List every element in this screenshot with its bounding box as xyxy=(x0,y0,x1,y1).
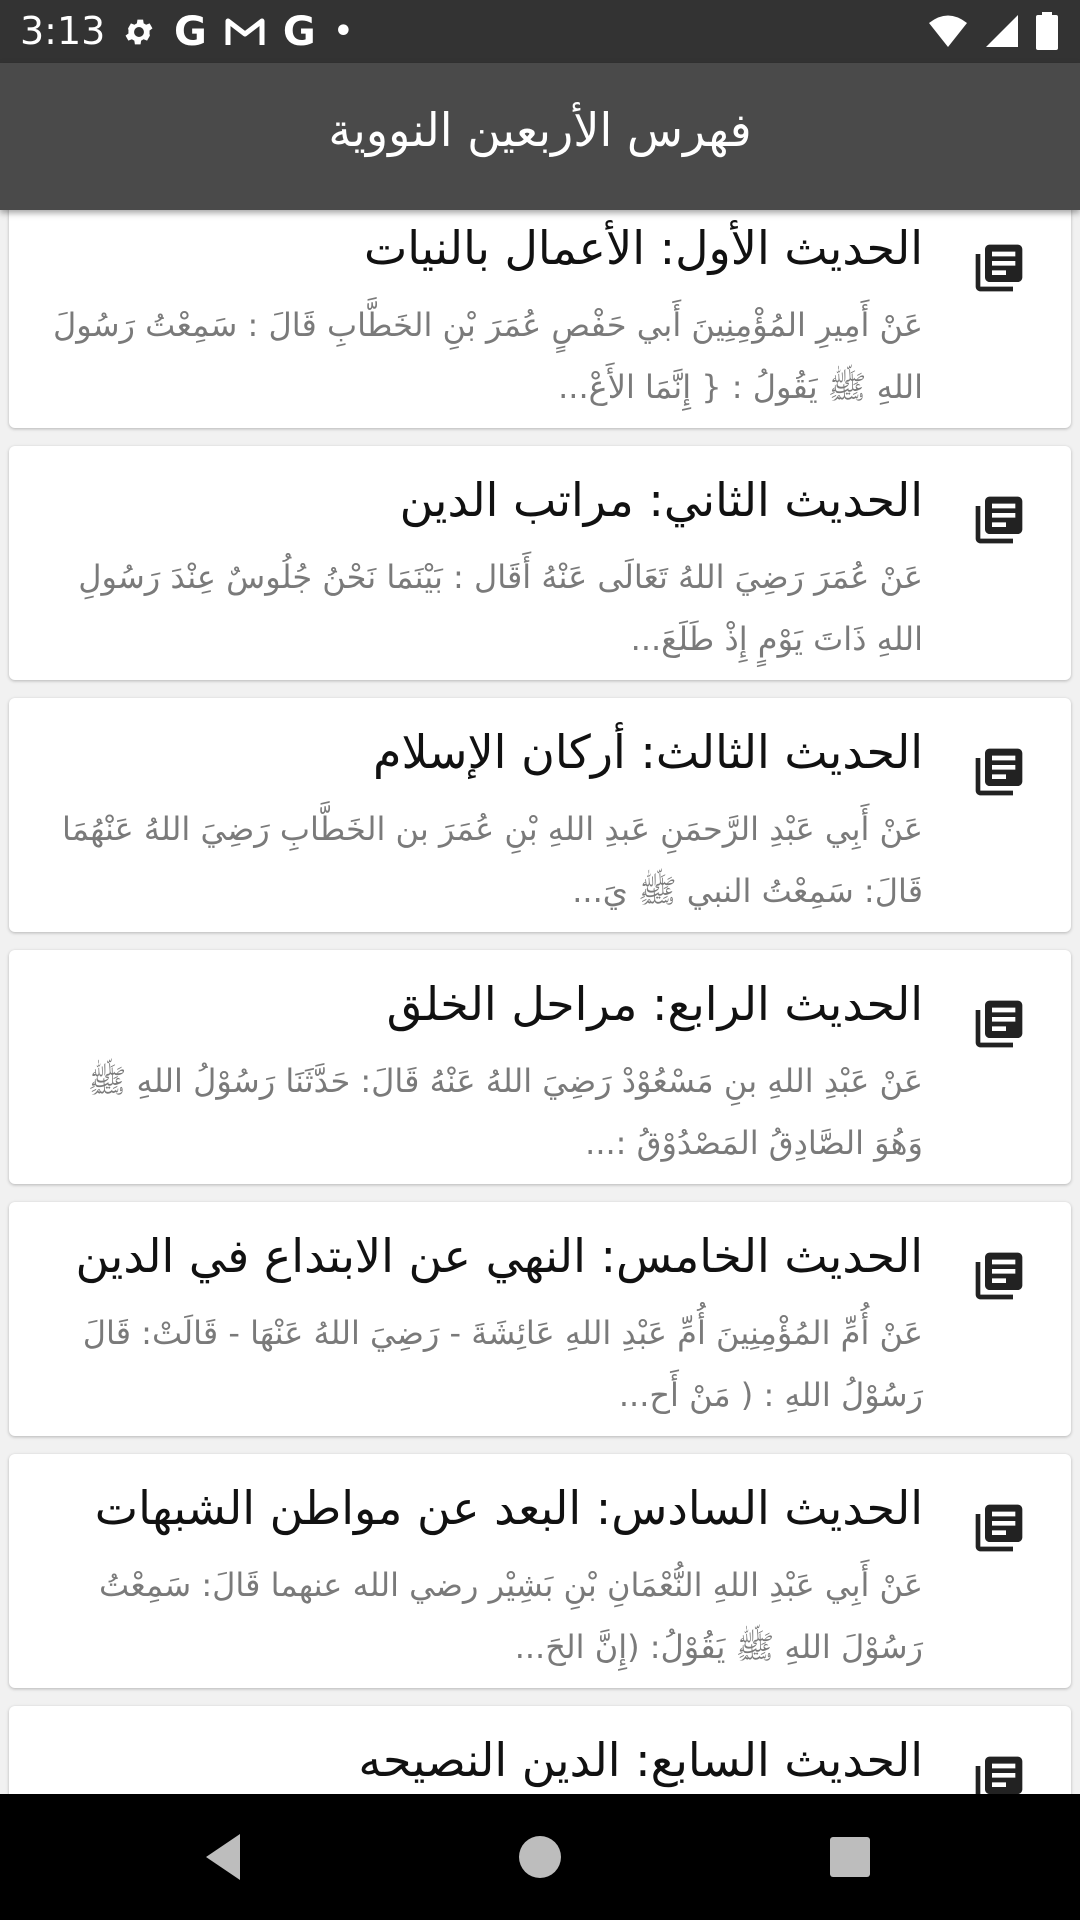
navigation-bar xyxy=(0,1794,1080,1920)
hadith-title: الحديث الخامس: النهي عن الابتداع في الدي… xyxy=(75,1229,923,1283)
hadith-preview: عَنْ أَبِي عَبْدِ اللهِ النُّعْمَانِ بْن… xyxy=(99,1566,923,1666)
hadith-title: الحديث الثالث: أركان الإسلام xyxy=(372,725,923,779)
notification-icons: G G • xyxy=(122,12,353,52)
library-books-icon xyxy=(975,1000,1023,1048)
google-icon: G xyxy=(174,9,207,55)
library-books-icon xyxy=(975,1252,1023,1300)
hadith-title: الحديث السادس: البعد عن مواطن الشبهات xyxy=(94,1481,923,1535)
hadith-title: الحديث الثاني: مراتب الدين xyxy=(399,473,923,527)
hadith-card-3[interactable]: الحديث الثالث: أركان الإسلام عَنْ أَبِي … xyxy=(9,698,1071,932)
hadith-preview: عَنْ عَبْدِ اللهِ بنِ مَسْعُوْدْ رَضِيَ … xyxy=(87,1062,923,1162)
library-books-icon xyxy=(975,748,1023,796)
library-books-icon xyxy=(975,496,1023,544)
hadith-preview: عَنْ عُمَرَ رَضِيَ اللهُ تَعَالَى عَنْهُ… xyxy=(78,558,923,658)
library-books-icon xyxy=(975,1504,1023,1552)
hadith-card-2[interactable]: الحديث الثاني: مراتب الدين عَنْ عُمَرَ ر… xyxy=(9,446,1071,680)
library-books-icon xyxy=(975,244,1023,292)
system-icons xyxy=(928,12,1058,50)
hadith-title: الحديث الأول: الأعمال بالنيات xyxy=(363,221,923,275)
hadith-preview: عَنْ أَبِي عَبْدِ الرَّحمَنِ عَبدِ اللهِ… xyxy=(61,810,923,910)
wifi-icon xyxy=(929,15,967,47)
google-icon: G xyxy=(282,9,316,55)
battery-icon xyxy=(1036,12,1058,50)
page-title: فهرس الأربعين النووية xyxy=(328,103,752,157)
hadith-card-1[interactable]: الحديث الأول: الأعمال بالنيات عَنْ أَمِي… xyxy=(9,210,1071,428)
hadith-preview: عَنْ أُمِّ المُؤْمِنِينَ أُمِّ عَبْدِ ال… xyxy=(82,1314,923,1414)
recents-icon[interactable] xyxy=(817,1824,883,1890)
gear-icon xyxy=(125,19,153,45)
hadith-card-5[interactable]: الحديث الخامس: النهي عن الابتداع في الدي… xyxy=(9,1202,1071,1436)
hadith-title: الحديث الرابع: مراحل الخلق xyxy=(386,977,923,1031)
home-icon[interactable] xyxy=(507,1824,573,1890)
hadith-preview: عَنْ أَمِيرِ المُؤْمِنِينَ أَبي حَفْصٍ ع… xyxy=(52,306,923,406)
hadith-list[interactable]: الحديث الأول: الأعمال بالنيات عَنْ أَمِي… xyxy=(0,210,1080,1794)
status-time: 3:13 xyxy=(20,9,106,53)
dot-icon: • xyxy=(333,14,353,49)
library-books-icon xyxy=(975,1756,1023,1794)
signal-icon xyxy=(986,15,1018,47)
hadith-card-4[interactable]: الحديث الرابع: مراحل الخلق عَنْ عَبْدِ ا… xyxy=(9,950,1071,1184)
hadith-title: الحديث السابع: الدين النصيحه xyxy=(358,1733,923,1787)
back-icon[interactable] xyxy=(192,1824,258,1890)
status-bar: 3:13 G G • xyxy=(0,0,1080,63)
gmail-icon xyxy=(225,18,265,45)
hadith-card-6[interactable]: الحديث السادس: البعد عن مواطن الشبهات عَ… xyxy=(9,1454,1071,1688)
app-bar: فهرس الأربعين النووية xyxy=(0,63,1080,210)
hadith-card-7[interactable]: الحديث السابع: الدين النصيحه xyxy=(9,1706,1071,1794)
